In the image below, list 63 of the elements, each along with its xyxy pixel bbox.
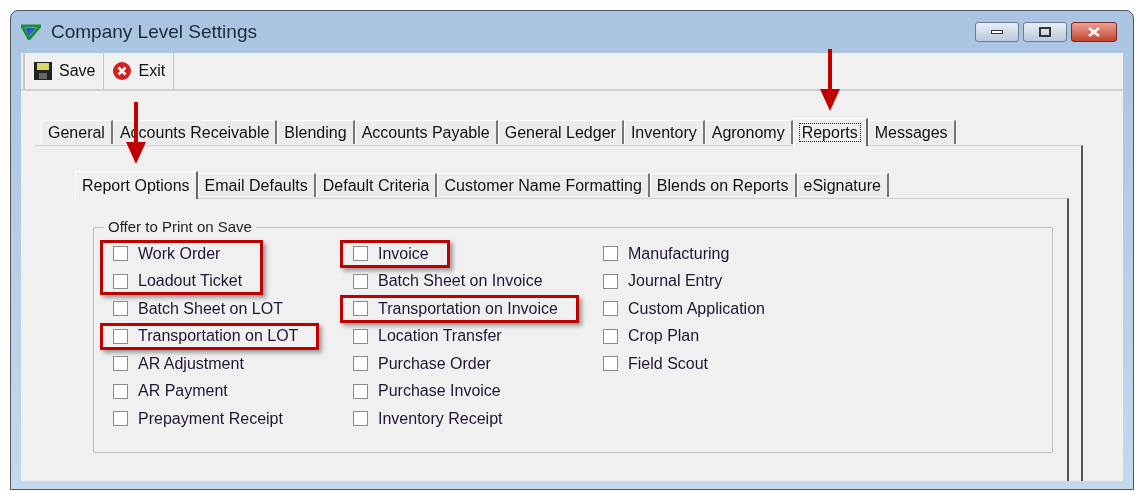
checkbox-label: Field Scout <box>628 353 709 374</box>
tab[interactable]: eSignature <box>796 173 889 197</box>
checkbox[interactable] <box>113 301 128 317</box>
checkbox[interactable] <box>353 411 368 427</box>
checkbox[interactable] <box>113 356 128 372</box>
checkbox[interactable] <box>353 273 368 289</box>
tab[interactable]: General <box>41 120 113 144</box>
minimize-button[interactable] <box>975 22 1019 42</box>
close-button[interactable] <box>1071 22 1117 42</box>
tab[interactable]: Report Options <box>75 171 198 199</box>
tab[interactable]: Reports <box>792 118 868 146</box>
maximize-button[interactable] <box>1023 22 1067 42</box>
tab[interactable]: Inventory <box>623 120 705 144</box>
checkbox-label: Custom Application <box>628 298 765 319</box>
app-logo-icon <box>21 24 41 40</box>
checkbox[interactable] <box>113 383 128 399</box>
tab[interactable]: Blends on Reports <box>649 173 797 197</box>
minimize-icon <box>991 30 1003 34</box>
close-circle-icon <box>112 61 133 81</box>
checkbox-label: Manufacturing <box>628 243 730 264</box>
checkbox[interactable] <box>603 246 618 262</box>
checkbox-label: Batch Sheet on LOT <box>138 298 283 319</box>
window-title: Company Level Settings <box>51 19 257 44</box>
checkbox[interactable] <box>353 383 368 399</box>
checkbox[interactable] <box>113 328 128 344</box>
tab[interactable]: Default Criteria <box>315 173 438 197</box>
checkbox-label: Prepayment Receipt <box>138 408 283 429</box>
checkbox-label: Transportation on LOT <box>138 326 299 347</box>
save-button[interactable]: Save <box>23 53 105 89</box>
tab[interactable]: General Ledger <box>497 120 624 144</box>
checkbox[interactable] <box>113 246 128 262</box>
checkbox-label: Location Transfer <box>378 326 502 347</box>
checkbox-label: Work Order <box>138 243 221 264</box>
checkbox[interactable] <box>353 301 368 317</box>
checkbox[interactable] <box>603 356 618 372</box>
checkbox[interactable] <box>603 301 618 317</box>
checkbox-label: AR Adjustment <box>138 353 244 374</box>
checkbox-label: Purchase Order <box>378 353 491 374</box>
checkbox[interactable] <box>603 273 618 289</box>
checkbox-label: Loadout Ticket <box>138 271 243 292</box>
checkbox-label: Crop Plan <box>628 326 700 347</box>
checkbox[interactable] <box>113 411 128 427</box>
tab[interactable]: Accounts Payable <box>354 120 498 144</box>
checkbox[interactable] <box>353 328 368 344</box>
maximize-icon <box>1039 27 1051 37</box>
tab[interactable]: Blending <box>277 120 355 144</box>
checkbox-label: Batch Sheet on Invoice <box>378 271 543 292</box>
close-icon <box>1088 27 1100 37</box>
tab[interactable]: Email Defaults <box>197 173 316 197</box>
checkbox[interactable] <box>113 273 128 289</box>
checkbox[interactable] <box>603 328 618 344</box>
exit-button[interactable]: Exit <box>104 53 175 89</box>
tab[interactable]: Customer Name Formatting <box>437 173 650 197</box>
checkbox-label: Inventory Receipt <box>378 408 503 429</box>
checkbox[interactable] <box>353 246 368 262</box>
checkbox-label: Transportation on Invoice <box>378 298 558 319</box>
tab[interactable]: Agronomy <box>704 120 793 144</box>
checkbox-label: Invoice <box>378 243 429 264</box>
checkbox-label: Journal Entry <box>628 271 723 292</box>
checkbox-label: Purchase Invoice <box>378 381 501 402</box>
checkbox-label: AR Payment <box>138 381 228 402</box>
tab[interactable]: Messages <box>867 120 956 144</box>
checkbox[interactable] <box>353 356 368 372</box>
